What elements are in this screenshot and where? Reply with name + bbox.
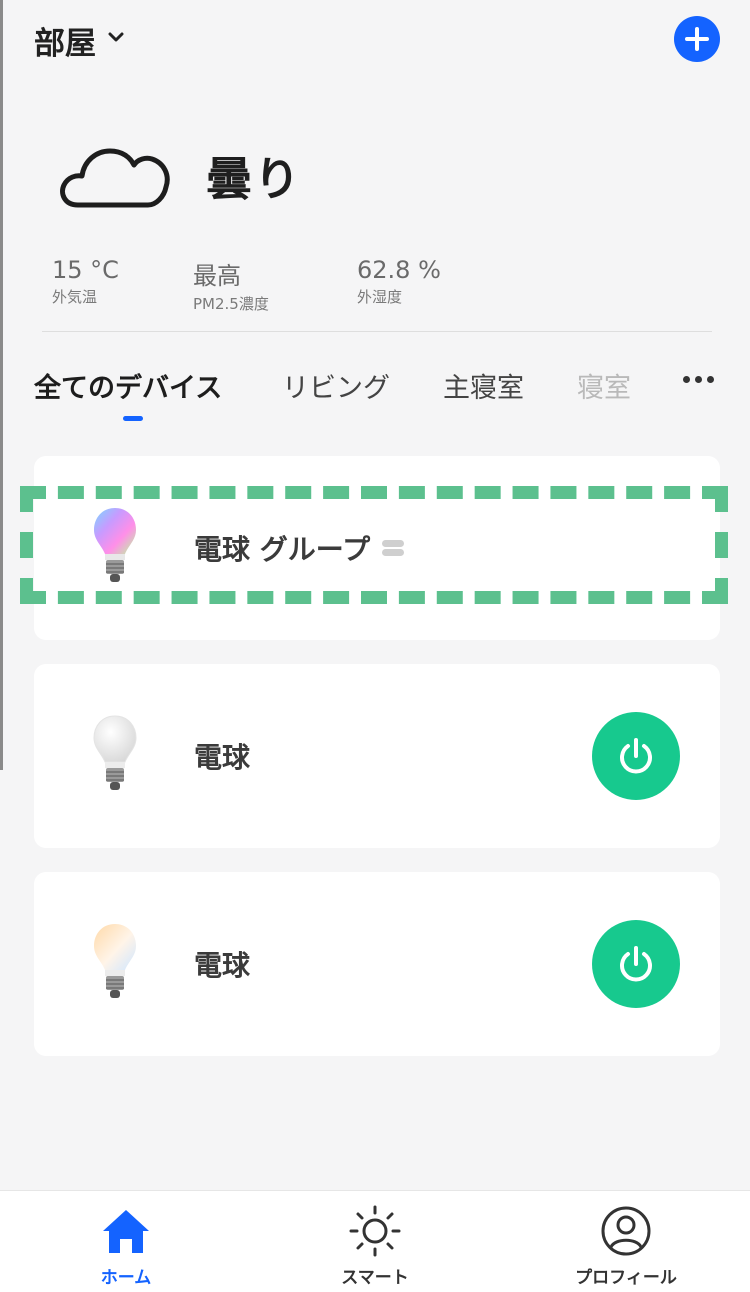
stat-humidity: 62.8 % 外湿度 xyxy=(357,256,441,307)
device-card[interactable]: 電球 xyxy=(34,872,720,1056)
chevron-down-icon xyxy=(108,32,124,41)
stat-label: 外湿度 xyxy=(357,288,403,306)
more-icon[interactable] xyxy=(683,376,714,383)
power-icon xyxy=(620,738,652,774)
stat-label: PM2.5濃度 xyxy=(193,295,269,313)
tunable-bulb-icon xyxy=(94,924,136,998)
device-name-row: 電球 xyxy=(194,736,250,776)
app-screen: 部屋 曇り 15 °C 外気温 最高 PM2.5濃度 62.8 % 外湿度 全て… xyxy=(0,0,750,1292)
weather-panel: 曇り xyxy=(56,135,716,215)
stat-label: 外気温 xyxy=(52,288,98,306)
home-icon xyxy=(103,1210,149,1253)
weather-stats: 15 °C 外気温 最高 PM2.5濃度 62.8 % 外湿度 xyxy=(52,256,692,316)
group-icon xyxy=(382,540,405,556)
room-selector[interactable]: 部屋 xyxy=(34,18,124,63)
stat-value: 最高 xyxy=(193,262,241,290)
device-name: 電球 xyxy=(194,949,251,982)
tab-master-bedroom[interactable]: 主寝室 xyxy=(443,366,524,405)
bottom-nav: ホーム スマート プロフィール xyxy=(0,1190,750,1292)
power-button[interactable] xyxy=(592,920,680,1008)
nav-label: ホーム xyxy=(100,1268,152,1288)
plus-icon xyxy=(685,27,709,51)
stat-value: 15 °C xyxy=(52,256,119,284)
nav-label: プロフィール xyxy=(575,1268,677,1288)
nav-label: スマート xyxy=(341,1268,409,1288)
device-name-row: 電球 グループ xyxy=(194,528,406,568)
room-title: 部屋 xyxy=(34,26,96,62)
cloud-icon xyxy=(60,148,170,208)
device-name-row: 電球 xyxy=(194,944,250,984)
add-device-button[interactable] xyxy=(674,16,720,62)
nav-home[interactable]: ホーム xyxy=(46,1205,206,1288)
power-button[interactable] xyxy=(592,712,680,800)
rgb-bulb-icon xyxy=(94,508,136,582)
weather-condition: 曇り xyxy=(206,152,302,206)
stat-value: 62.8 % xyxy=(357,256,441,284)
edge-line xyxy=(0,0,3,770)
nav-profile[interactable]: プロフィール xyxy=(546,1205,706,1288)
sun-icon xyxy=(349,1205,401,1257)
stat-temperature: 15 °C 外気温 xyxy=(52,256,119,307)
device-card-group[interactable]: 電球 グループ xyxy=(34,456,720,640)
device-name: 電球 xyxy=(194,741,251,774)
power-icon xyxy=(620,946,652,982)
device-name: 電球 グループ xyxy=(194,533,371,566)
tab-all-devices[interactable]: 全てのデバイス xyxy=(34,366,222,405)
profile-icon xyxy=(601,1206,651,1256)
white-bulb-icon xyxy=(93,715,137,790)
tab-bedroom[interactable]: 寝室 xyxy=(577,366,631,405)
divider xyxy=(42,331,712,332)
tab-indicator xyxy=(123,416,143,421)
tab-living[interactable]: リビング xyxy=(282,366,390,405)
room-tabs: 全てのデバイス リビング 主寝室 寝室 xyxy=(34,360,724,430)
header: 部屋 xyxy=(34,16,720,63)
nav-smart[interactable]: スマート xyxy=(295,1205,455,1288)
stat-pm25: 最高 PM2.5濃度 xyxy=(193,256,269,314)
device-card[interactable]: 電球 xyxy=(34,664,720,848)
